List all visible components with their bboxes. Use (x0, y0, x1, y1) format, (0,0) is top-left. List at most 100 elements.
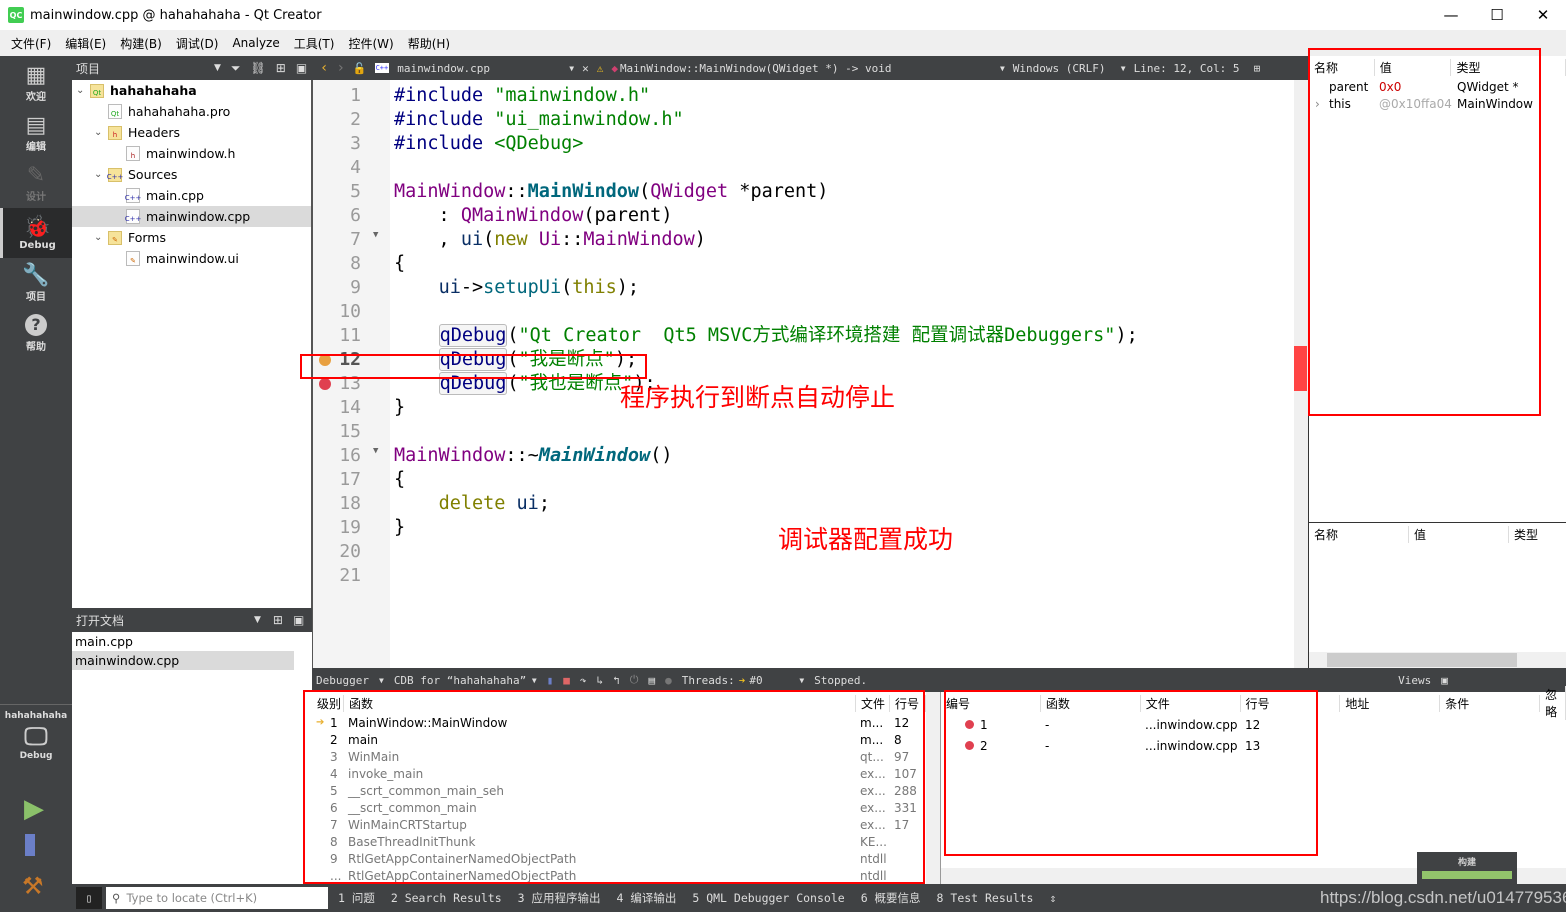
output-pane-tab[interactable]: 5 QML Debugger Console (692, 891, 844, 905)
dropdown-icon[interactable]: ▼ (254, 615, 261, 625)
expand-arrow-icon[interactable]: › (1309, 97, 1329, 111)
fold-arrow-icon[interactable]: ▼ (373, 446, 378, 456)
line-number[interactable]: 17 (313, 468, 361, 492)
line-number[interactable]: 15 (313, 420, 361, 444)
chevron-down-icon[interactable]: ⌄ (94, 232, 108, 243)
menu-item[interactable]: 控件(W) (341, 35, 400, 52)
close-panel-icon[interactable]: ▣ (1441, 674, 1448, 687)
restart-icon[interactable]: ⏻ (630, 673, 639, 687)
dropdown-icon[interactable]: ▼ (1000, 64, 1005, 73)
output-pane-tab[interactable]: 2 Search Results (391, 891, 502, 905)
mode-pencil[interactable]: ✎ 设计 (0, 158, 72, 208)
stack-frame-row[interactable]: 8 BaseThreadInitThunk KE... (312, 833, 940, 850)
continue-icon[interactable]: ▮ (547, 674, 554, 687)
line-number[interactable]: 16 (313, 444, 361, 468)
dropdown-icon[interactable]: ▼ (569, 64, 574, 73)
editor-scrollbar[interactable] (1294, 80, 1308, 668)
line-number[interactable]: 8 (313, 252, 361, 276)
line-number[interactable]: 1 (313, 84, 361, 108)
debugger-selector[interactable]: Debugger (316, 674, 369, 687)
tree-item[interactable]: ⌄ ✎ Forms (72, 227, 311, 248)
menu-item[interactable]: 文件(F) (4, 35, 58, 52)
stop-debugger-icon[interactable]: ■ (563, 674, 570, 687)
column-header[interactable]: 编号 (941, 694, 1041, 712)
line-number[interactable]: 19 (313, 516, 361, 540)
line-number[interactable]: 5 (313, 180, 361, 204)
column-header[interactable]: 名称 (1309, 58, 1375, 76)
stack-frame-row[interactable]: 7 WinMainCRTStartup ex... 17 (312, 816, 940, 833)
column-header[interactable]: 忽略 (1540, 686, 1566, 720)
mode-bug[interactable]: 🐞 Debug (0, 208, 72, 258)
stack-frame-row[interactable]: 9 RtlGetAppContainerNamedObjectPath ntdll (312, 850, 940, 867)
tree-item[interactable]: Qt hahahahaha.pro (72, 101, 311, 122)
tree-item[interactable]: ✎ mainwindow.ui (72, 248, 311, 269)
line-ending-selector[interactable]: Windows (CRLF) (1013, 62, 1113, 75)
forward-icon[interactable]: › (336, 60, 344, 76)
link-icon[interactable]: ⛓ (251, 61, 266, 75)
dropdown-icon[interactable]: ▼ (799, 676, 804, 685)
dropdown-icon[interactable]: ▼ (214, 63, 221, 73)
line-number[interactable]: 14 (313, 396, 361, 420)
stack-frame-row[interactable]: 4 invoke_main ex... 107 (312, 765, 940, 782)
line-number[interactable]: 9 (313, 276, 361, 300)
stack-frame-row[interactable]: ... RtlGetAppContainerNamedObjectPath ntdl… (312, 867, 940, 884)
views-button[interactable]: Views (1398, 674, 1431, 687)
menu-item[interactable]: 帮助(H) (401, 35, 457, 52)
line-number[interactable]: 18 (313, 492, 361, 516)
stack-frame-row[interactable]: 3 WinMain qt... 97 (312, 748, 940, 765)
menu-item[interactable]: 工具(T) (287, 35, 342, 52)
split-icon[interactable]: ⊞ (273, 613, 283, 627)
line-number-gutter[interactable]: 1 2 3 4 5 6 7 ▼ 8 9 10 11 12 13 14 15 16 ▼ 17 18 19 20 21 (312, 80, 390, 668)
code-editor[interactable]: #include "mainwindow.h" #include "ui_main… (390, 80, 1294, 668)
locals-row[interactable]: › this @0x10ffa04 MainWindow (1309, 95, 1566, 112)
step-out-icon[interactable]: ↰ (613, 674, 620, 687)
symbol-selector[interactable]: MainWindow::MainWindow(QWidget *) -> voi… (620, 62, 992, 75)
output-pane-tab[interactable]: 6 概要信息 (861, 891, 921, 905)
mode-grid[interactable]: ▦ 欢迎 (0, 58, 72, 108)
chevron-down-icon[interactable]: ⌄ (76, 85, 90, 96)
menu-item[interactable]: 编辑(E) (58, 35, 113, 52)
line-number[interactable]: 10 (313, 300, 361, 324)
menu-item[interactable]: Analyze (225, 36, 286, 50)
open-document-item[interactable]: mainwindow.cpp (72, 651, 294, 670)
stack-frame-row[interactable]: 2 main m... 8 (312, 731, 940, 748)
fold-arrow-icon[interactable]: ▼ (373, 230, 378, 240)
column-header[interactable]: 文件 (856, 694, 890, 712)
record-icon[interactable]: ● (665, 674, 672, 687)
stack-frame-row[interactable]: 5 __scrt_common_main_seh ex... 288 (312, 782, 940, 799)
column-header[interactable]: 类型 (1509, 526, 1566, 543)
maximize-button[interactable]: ☐ (1474, 0, 1520, 30)
tree-item[interactable]: C++ mainwindow.cpp (72, 206, 311, 227)
column-header[interactable]: 条件 (1440, 694, 1541, 712)
kit-selector[interactable]: hahahahaha 🖵 Debug (0, 704, 72, 761)
close-panel-icon[interactable]: ▣ (296, 61, 307, 75)
thread-selector[interactable]: #0 (749, 674, 789, 687)
menu-item[interactable]: 调试(D) (169, 35, 226, 52)
close-panel-icon[interactable]: ▣ (293, 613, 304, 627)
split-icon[interactable]: ⊞ (1254, 62, 1261, 75)
cursor-position[interactable]: Line: 12, Col: 5 (1134, 62, 1246, 75)
column-header[interactable]: 函数 (1041, 694, 1141, 712)
output-pane-tab[interactable]: 8 Test Results (937, 891, 1034, 905)
chevron-down-icon[interactable]: ⌄ (94, 127, 108, 138)
mode-wrench[interactable]: 🔧 项目 (0, 258, 72, 308)
column-header[interactable]: 级别 (312, 694, 344, 712)
column-header[interactable]: 名称 (1309, 525, 1409, 543)
build-hammer-icon[interactable]: ⚒ (22, 872, 44, 900)
current-breakpoint-icon[interactable] (319, 354, 331, 366)
breakpoint-row[interactable]: 1 - ...inwindow.cpp 12 (941, 714, 1566, 735)
mode-edit[interactable]: ▤ 编辑 (0, 108, 72, 158)
tree-item[interactable]: C++ main.cpp (72, 185, 311, 206)
step-into-icon[interactable]: ↳ (597, 674, 604, 687)
breakpoint-row[interactable]: 2 - ...inwindow.cpp 13 (941, 735, 1566, 756)
step-over-icon[interactable]: ↷ (580, 674, 587, 687)
output-pane-tab[interactable]: 4 编译输出 (617, 891, 677, 905)
line-number[interactable]: 4 (313, 156, 361, 180)
column-header[interactable]: 文件 (1141, 694, 1241, 712)
engine-selector[interactable]: CDB for “hahahahaha” (394, 674, 526, 687)
breakpoint-icon[interactable] (319, 378, 331, 390)
minimize-button[interactable]: — (1428, 0, 1474, 30)
tree-item[interactable]: ⌄ h Headers (72, 122, 311, 143)
line-number[interactable]: 11 (313, 324, 361, 348)
run-icon[interactable]: ▶ (24, 794, 44, 824)
